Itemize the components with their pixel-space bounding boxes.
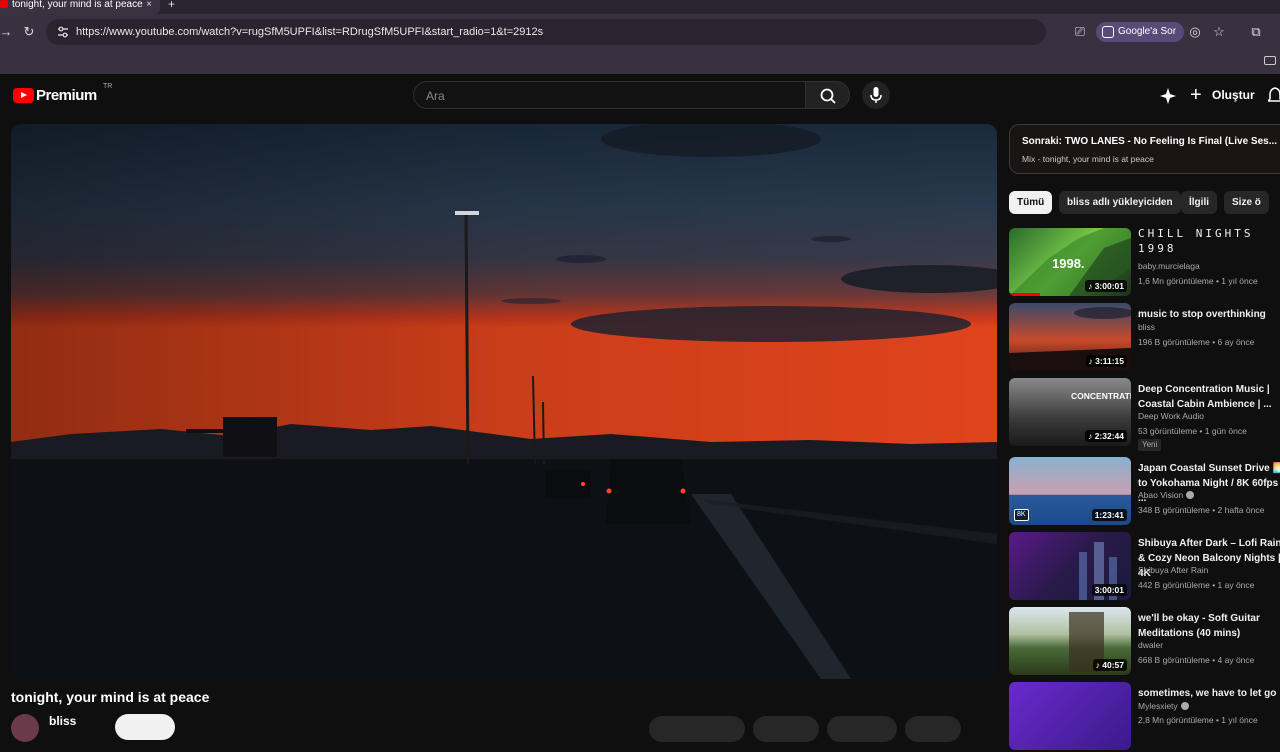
video-duration: ♪ 2:32:44 xyxy=(1085,430,1127,442)
new-tab-button[interactable]: + xyxy=(168,0,175,10)
thumbnail-text: 1998. xyxy=(1052,256,1085,271)
channel-name: Deep Work Audio xyxy=(1138,411,1204,421)
video-meta: 196 B görüntüleme • 6 ay önce xyxy=(1138,337,1255,347)
video-meta: 668 B görüntüleme • 4 ay önce xyxy=(1138,655,1255,665)
site-settings-icon[interactable] xyxy=(56,25,70,39)
thumbnail-text: CONCENTRATION MUSIC xyxy=(1071,391,1131,401)
address-bar[interactable]: https://www.youtube.com/watch?v=rugSfM5U… xyxy=(46,19,1046,45)
search-placeholder: Ara xyxy=(426,89,445,103)
video-title: CHILL NIGHTS 1998 xyxy=(1138,227,1254,255)
youtube-favicon-icon xyxy=(0,0,8,8)
video-meta: 2,8 Mn görüntüleme • 1 yıl önce xyxy=(1138,715,1258,725)
video-title: music to stop overthinking xyxy=(1138,309,1266,320)
video-title: sometimes, we have to let go xyxy=(1138,688,1277,699)
video-player[interactable] xyxy=(11,124,997,679)
subscribe-button[interactable] xyxy=(115,714,175,740)
lens-icon xyxy=(1102,26,1114,38)
close-tab-icon[interactable]: × xyxy=(146,0,152,10)
ask-google-label: Google'a Sor xyxy=(1118,26,1177,37)
forward-icon[interactable]: → xyxy=(0,24,14,40)
verified-icon xyxy=(1180,702,1189,710)
chip-all[interactable]: Tümü xyxy=(1009,191,1053,214)
video-frame xyxy=(11,124,997,679)
channel-name: bliss xyxy=(1138,322,1156,332)
up-next-subtitle: Mix - tonight, your mind is at peace xyxy=(1022,154,1154,164)
browser-tab-title: tonight, your mind is at peace xyxy=(12,0,143,10)
video-thumbnail[interactable]: 3:00:01 xyxy=(1009,532,1131,600)
plus-icon: + xyxy=(1190,84,1202,106)
notifications-icon[interactable] xyxy=(1268,86,1280,106)
eye-off-icon[interactable]: ◎ xyxy=(1187,24,1203,40)
create-label: Oluştur xyxy=(1212,88,1255,102)
up-next-title: Sonraki: TWO LANES - No Feeling Is Final… xyxy=(1022,136,1278,147)
url-text: https://www.youtube.com/watch?v=rugSfM5U… xyxy=(76,26,544,38)
new-badge: Yeni xyxy=(1138,439,1162,451)
folder-icon[interactable] xyxy=(1264,56,1276,65)
chip-related[interactable]: İlgili xyxy=(1181,191,1217,214)
recommendation-item[interactable]: 8K 1:23:41 Japan Coastal Sunset Drive 🌅 … xyxy=(1009,457,1280,527)
channel-name[interactable]: bliss xyxy=(49,714,76,728)
chip-for-you[interactable]: Size ö xyxy=(1224,191,1269,214)
video-thumbnail[interactable] xyxy=(1009,682,1131,750)
channel-name: Shibuya After Rain xyxy=(1138,565,1209,575)
youtube-play-icon xyxy=(13,88,34,103)
video-thumbnail[interactable]: CONCENTRATION MUSIC ♪ 2:32:44 xyxy=(1009,378,1131,446)
channel-name: baby.murcielaga xyxy=(1138,261,1200,271)
watch-progress xyxy=(1009,293,1040,296)
video-title: we'll be okay - Soft Guitar Meditations … xyxy=(1138,613,1260,639)
channel-avatar[interactable] xyxy=(11,714,39,742)
gemini-sparkle-icon[interactable] xyxy=(1159,87,1177,105)
video-duration: 1:23:41 xyxy=(1091,509,1127,521)
channel-name: Abao Vision xyxy=(1138,490,1195,500)
verified-icon xyxy=(1186,491,1195,499)
browser-toolbar: → ↻ https://www.youtube.com/watch?v=rugS… xyxy=(0,14,1280,50)
video-thumbnail[interactable]: ♪ 3:11:15 xyxy=(1009,303,1131,371)
up-next-card[interactable]: Sonraki: TWO LANES - No Feeling Is Final… xyxy=(1009,124,1280,174)
channel-name: Mylesxiety xyxy=(1138,701,1189,711)
bookmark-star-icon[interactable]: ☆ xyxy=(1211,24,1227,40)
ask-google-button[interactable]: Google'a Sor xyxy=(1096,22,1185,42)
search-icon xyxy=(820,88,836,104)
recommendation-item[interactable]: ♪ 40:57 we'll be okay - Soft Guitar Medi… xyxy=(1009,607,1280,677)
bookmark-bar xyxy=(0,50,1280,74)
video-meta: 442 B görüntüleme • 1 ay önce xyxy=(1138,580,1255,590)
video-duration: ♪ 3:00:01 xyxy=(1085,280,1127,292)
video-thumbnail[interactable]: ♪ 40:57 xyxy=(1009,607,1131,675)
install-app-icon[interactable]: ⎚ xyxy=(1072,24,1088,40)
recommendation-item[interactable]: ♪ 3:11:15 music to stop overthinking bli… xyxy=(1009,303,1280,373)
extensions-icon[interactable]: ⧉ xyxy=(1248,24,1264,40)
recommendation-item[interactable]: sometimes, we have to let go Mylesxiety … xyxy=(1009,682,1280,752)
logo-text: Premium xyxy=(36,87,97,104)
video-meta: 348 B görüntüleme • 2 hafta önce xyxy=(1138,505,1265,515)
reload-icon[interactable]: ↻ xyxy=(21,24,37,40)
country-code: TR xyxy=(103,83,113,90)
video-duration: ♪ 3:11:15 xyxy=(1085,355,1127,367)
microphone-icon xyxy=(870,87,882,103)
browser-tab-strip: tonight, your mind is at peace × + xyxy=(0,0,1280,14)
browser-tab[interactable]: tonight, your mind is at peace × xyxy=(0,0,160,14)
8k-badge: 8K xyxy=(1014,509,1029,521)
search-button[interactable] xyxy=(805,81,850,109)
video-thumbnail[interactable]: 8K 1:23:41 xyxy=(1009,457,1131,525)
video-meta: 1,6 Mn görüntüleme • 1 yıl önce xyxy=(1138,276,1258,286)
recommendation-item[interactable]: 1998. ♪ 3:00:01 CHILL NIGHTS 1998 baby.m… xyxy=(1009,227,1280,298)
video-title: Deep Concentration Music | Coastal Cabin… xyxy=(1138,384,1272,410)
recommendation-item[interactable]: CONCENTRATION MUSIC ♪ 2:32:44 Deep Conce… xyxy=(1009,378,1280,451)
channel-name: dwaler xyxy=(1138,640,1164,650)
video-title: tonight, your mind is at peace xyxy=(11,689,210,705)
video-duration: ♪ 40:57 xyxy=(1092,659,1127,671)
channel-row: bliss xyxy=(11,714,991,742)
filter-chips: Tümü bliss adlı yükleyiciden İlgili Size… xyxy=(1009,191,1280,215)
video-duration: 3:00:01 xyxy=(1091,584,1127,596)
youtube-header: Premium TR Ara + Oluştur xyxy=(0,74,1280,118)
recommendation-item[interactable]: 3:00:01 Shibuya After Dark – Lofi Rain &… xyxy=(1009,532,1280,602)
search-input[interactable]: Ara xyxy=(413,81,805,109)
chip-from-uploader[interactable]: bliss adlı yükleyiciden xyxy=(1059,191,1181,214)
create-button[interactable]: + Oluştur xyxy=(1186,82,1255,108)
voice-search-button[interactable] xyxy=(862,81,890,109)
video-meta: 53 görüntüleme • 1 gün önce xyxy=(1138,426,1247,436)
video-thumbnail[interactable]: 1998. ♪ 3:00:01 xyxy=(1009,228,1131,296)
